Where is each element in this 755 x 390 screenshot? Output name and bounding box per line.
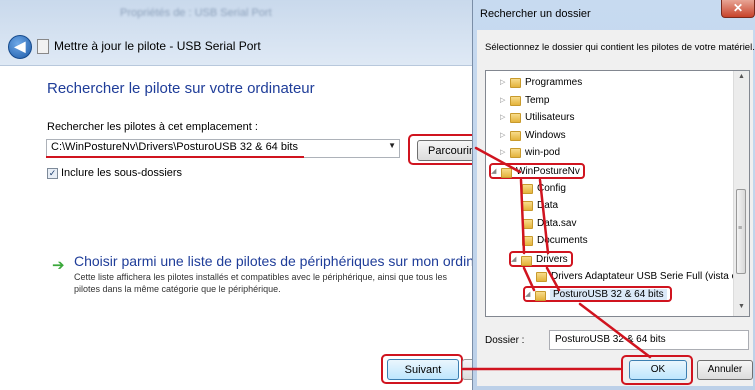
tree-item[interactable]: Config <box>512 181 566 197</box>
expander-icon[interactable]: ◢ <box>511 253 521 267</box>
folder-icon <box>510 130 521 141</box>
tree-item[interactable]: Drivers Adaptateur USB Serie Full (vista… <box>526 269 746 285</box>
tree-item-label: Drivers <box>536 254 568 265</box>
wizard-title: Mettre à jour le pilote - USB Serial Por… <box>54 39 261 53</box>
tree-item-label: WinPostureNv <box>516 166 580 177</box>
tree-item[interactable]: ◢ Drivers <box>509 251 573 267</box>
tree-item[interactable]: ◢ PosturoUSB 32 & 64 bits <box>523 286 672 303</box>
browse-button-highlight <box>408 134 478 165</box>
background-window-title: Propriétés de : USB Serial Port <box>120 7 272 19</box>
path-underline-annotation <box>46 156 304 158</box>
tree-item-label: win-pod <box>525 147 561 159</box>
folder-icon <box>522 236 533 247</box>
tree-item[interactable]: ▷ Programmes <box>500 75 582 91</box>
folder-icon <box>510 95 521 106</box>
tree-scrollbar[interactable]: ▲ ≡ ▼ <box>733 71 749 316</box>
close-icon[interactable]: ✕ <box>721 0 755 18</box>
tree-item[interactable]: ▷ Windows <box>500 128 566 144</box>
driver-path-value[interactable]: C:\WinPostureNv\Drivers\PosturoUSB 32 & … <box>51 141 298 153</box>
expander-icon[interactable]: ◢ <box>525 288 535 302</box>
scrollbar-thumb[interactable]: ≡ <box>736 189 746 274</box>
tree-item[interactable]: Data.sav <box>512 216 576 232</box>
folder-icon <box>510 148 521 159</box>
tree-item-label: Temp <box>525 94 550 106</box>
folder-icon <box>501 168 512 178</box>
tree-item[interactable]: Documents <box>512 233 588 249</box>
scroll-down-icon[interactable]: ▼ <box>738 303 745 310</box>
expander-icon[interactable]: ▷ <box>500 145 510 161</box>
include-subfolders-checkbox[interactable]: ✓ <box>47 168 58 179</box>
pick-from-list-description: Cette liste affichera les pilotes instal… <box>74 272 448 294</box>
tree-item-label: Documents <box>537 235 588 247</box>
green-arrow-icon: ➔ <box>52 257 65 274</box>
tree-item-label: PosturoUSB 32 & 64 bits <box>550 289 667 301</box>
include-subfolders-label: Inclure les sous-dossiers <box>61 167 183 179</box>
folder-label: Dossier : <box>485 335 525 346</box>
dialog-instruction: Sélectionnez le dossier qui contient les… <box>485 42 755 53</box>
tree-item-label: Utilisateurs <box>525 112 575 124</box>
expander-icon[interactable]: ▷ <box>500 93 510 109</box>
tree-item[interactable]: ▷ win-pod <box>500 145 560 161</box>
folder-icon <box>535 291 546 302</box>
dialog-title: Rechercher un dossier <box>480 8 591 20</box>
tree-item-label: Windows <box>525 129 566 141</box>
expander-icon[interactable]: ◢ <box>491 165 501 179</box>
device-icon <box>37 39 49 54</box>
tree-item[interactable]: ▷ Utilisateurs <box>500 110 574 126</box>
folder-name-field[interactable]: PosturoUSB 32 & 64 bits <box>549 330 749 350</box>
folder-icon <box>510 113 521 124</box>
scroll-up-icon[interactable]: ▲ <box>738 73 745 80</box>
tree-item-label: Data <box>537 200 559 212</box>
cancel-dialog-button[interactable]: Annuler <box>697 360 753 380</box>
expander-icon[interactable]: ▷ <box>500 128 510 144</box>
folder-icon <box>522 218 533 229</box>
expander-icon[interactable]: ▷ <box>500 75 510 91</box>
browse-folder-dialog: Rechercher un dossier ✕ Sélectionnez le … <box>472 0 755 390</box>
expander-icon[interactable]: ▷ <box>500 110 510 126</box>
location-label: Rechercher les pilotes à cet emplacement… <box>47 121 258 133</box>
folder-icon <box>522 201 533 212</box>
back-arrow-icon[interactable]: ◀ <box>8 35 32 59</box>
pick-from-list-link[interactable]: Choisir parmi une liste de pilotes de pé… <box>74 253 506 269</box>
folder-icon <box>522 183 533 194</box>
tree-item-label: Drivers Adaptateur USB Serie Full (vista… <box>551 270 746 282</box>
folder-tree[interactable]: ▷ Programmes ▷ Temp ▷ Utilisateurs ▷ Windows ▷ wi… <box>485 70 750 317</box>
folder-icon <box>510 78 521 88</box>
tree-item-label: Data.sav <box>537 217 577 229</box>
tree-item[interactable]: ◢ WinPostureNv <box>489 163 585 179</box>
tree-item[interactable]: ▷ Temp <box>500 93 549 109</box>
grip-icon: ≡ <box>738 225 743 232</box>
tree-item[interactable]: Data <box>512 198 558 214</box>
tree-item-label: Config <box>537 182 566 194</box>
tree-item-label: Programmes <box>525 77 583 88</box>
dialog-body: Sélectionnez le dossier qui contient les… <box>477 30 755 386</box>
page-heading: Rechercher le pilote sur votre ordinateu… <box>47 80 315 97</box>
chevron-down-icon[interactable]: ▼ <box>388 141 396 150</box>
next-button-highlight <box>381 354 463 384</box>
folder-icon <box>536 271 547 282</box>
ok-button[interactable]: OK <box>629 360 687 380</box>
folder-icon <box>521 256 532 266</box>
